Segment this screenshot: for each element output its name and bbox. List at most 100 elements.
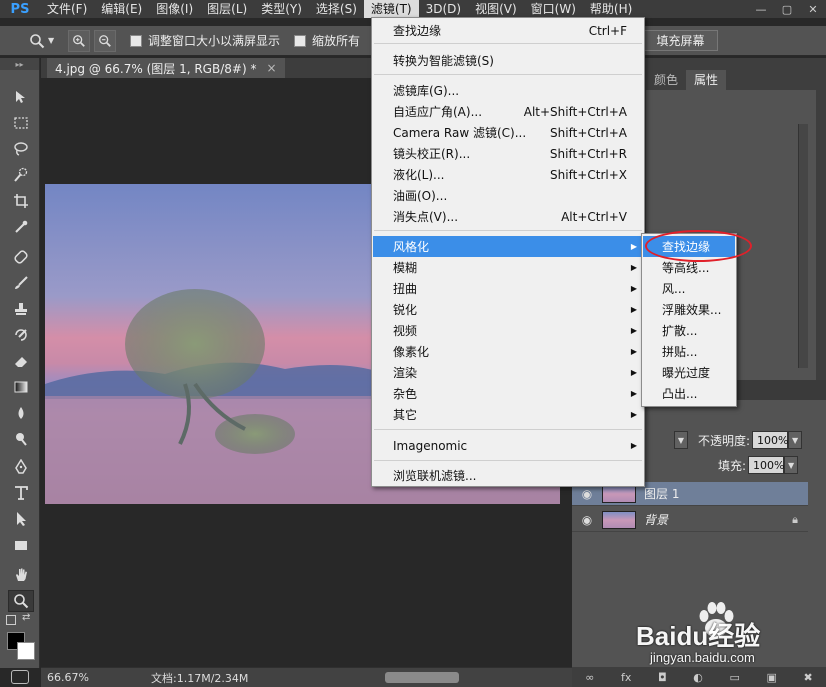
eyedropper-tool-icon[interactable] <box>8 216 34 238</box>
close-window-button[interactable]: ✕ <box>800 0 826 18</box>
pen-tool-icon[interactable] <box>8 456 34 478</box>
history-brush-tool-icon[interactable] <box>8 324 34 346</box>
blend-mode-chevron-icon[interactable]: ▼ <box>674 431 688 449</box>
filter-menu-item-smart-filter[interactable]: 转换为智能滤镜(S) <box>373 50 643 71</box>
healing-brush-tool-icon[interactable] <box>8 246 34 268</box>
zoom-all-checkbox[interactable] <box>294 34 307 47</box>
menu-type[interactable]: 类型(Y) <box>254 0 309 18</box>
resize-window-checkbox[interactable] <box>130 34 142 47</box>
zoom-tool-icon[interactable] <box>8 590 34 612</box>
menu-image[interactable]: 图像(I) <box>149 0 200 18</box>
submenu-arrow-icon: ▶ <box>630 242 637 251</box>
new-layer-icon[interactable]: ▣ <box>766 671 776 684</box>
quick-select-tool-icon[interactable] <box>8 164 34 186</box>
menu-select[interactable]: 选择(S) <box>309 0 364 18</box>
filter-menu-item-distort[interactable]: 扭曲 ▶ <box>373 278 643 299</box>
quick-mask-icon[interactable] <box>11 670 29 684</box>
crop-tool-icon[interactable] <box>8 190 34 212</box>
menu-filter[interactable]: 滤镜(T) <box>363 0 419 18</box>
stylize-diffuse[interactable]: 扩散... <box>643 320 735 341</box>
marquee-tool-icon[interactable] <box>8 112 34 134</box>
menu-window[interactable]: 窗口(W) <box>524 0 583 18</box>
path-selection-tool-icon[interactable] <box>8 508 34 530</box>
tab-color[interactable]: 颜色 <box>646 70 686 90</box>
swap-colors-icon[interactable]: ⇄ <box>22 612 30 623</box>
background-color-swatch[interactable] <box>17 642 35 660</box>
fill-dropdown-icon[interactable]: ▼ <box>784 456 799 474</box>
stylize-trace-contour[interactable]: 等高线... <box>643 257 735 278</box>
rectangle-tool-icon[interactable] <box>8 534 34 556</box>
filter-menu-item-other[interactable]: 其它 ▶ <box>373 404 643 425</box>
horizontal-scrollbar-thumb[interactable] <box>385 672 459 683</box>
layer-row-background[interactable]: ◉ 背景 🔒︎ <box>572 508 808 532</box>
filter-menu-item-browse-online[interactable]: 浏览联机滤镜... <box>373 465 643 486</box>
chevron-down-icon[interactable]: ▼ <box>48 36 58 45</box>
filter-menu-item-oil-paint[interactable]: 油画(O)... <box>373 185 643 206</box>
link-icon[interactable]: ∞ <box>585 671 594 684</box>
filter-menu-item-sharpen[interactable]: 锐化 ▶ <box>373 299 643 320</box>
clone-stamp-tool-icon[interactable] <box>8 298 34 320</box>
stylize-emboss[interactable]: 浮雕效果... <box>643 299 735 320</box>
folder-icon[interactable]: ▭ <box>729 671 739 684</box>
stylize-tiles[interactable]: 拼贴... <box>643 341 735 362</box>
menu-view[interactable]: 视图(V) <box>468 0 524 18</box>
properties-scrollbar[interactable] <box>798 124 808 368</box>
filter-menu-item-liquify[interactable]: 液化(L)... Shift+Ctrl+X <box>373 164 643 185</box>
panel-grip-icon[interactable]: ▸▸ <box>0 58 39 70</box>
opacity-input[interactable]: 100% <box>752 431 789 449</box>
close-icon[interactable]: × <box>266 61 276 75</box>
filter-menu-item-lens-correction[interactable]: 镜头校正(R)... Shift+Ctrl+R <box>373 143 643 164</box>
filter-menu-item-adaptive-wide-angle[interactable]: 自适应广角(A)... Alt+Shift+Ctrl+A <box>373 101 643 122</box>
move-tool-icon[interactable] <box>8 86 34 108</box>
filter-menu-item-gallery[interactable]: 滤镜库(G)... <box>373 80 643 101</box>
opacity-label: 不透明度: <box>698 433 751 448</box>
fill-screen-button[interactable]: 填充屏幕 <box>643 30 718 51</box>
fill-input[interactable]: 100% <box>748 456 785 474</box>
eye-icon[interactable]: ◉ <box>572 513 602 527</box>
filter-menu-item-video[interactable]: 视频 ▶ <box>373 320 643 341</box>
menu-file[interactable]: 文件(F) <box>40 0 94 18</box>
menu-help[interactable]: 帮助(H) <box>583 0 639 18</box>
stylize-wind[interactable]: 风... <box>643 278 735 299</box>
adjustment-icon[interactable]: ◐ <box>693 671 703 684</box>
gradient-tool-icon[interactable] <box>8 376 34 398</box>
eraser-tool-icon[interactable] <box>8 350 34 372</box>
blur-tool-icon[interactable] <box>8 402 34 424</box>
filter-menu-item-blur[interactable]: 模糊 ▶ <box>373 257 643 278</box>
trash-icon[interactable]: ✖ <box>803 671 812 684</box>
stylize-find-edges[interactable]: 查找边缘 <box>643 236 735 257</box>
stylize-extrude[interactable]: 凸出... <box>643 383 735 404</box>
submenu-arrow-icon: ▶ <box>630 441 637 450</box>
filter-menu-item-last-filter[interactable]: 查找边缘 Ctrl+F <box>373 20 643 41</box>
menu-3d[interactable]: 3D(D) <box>419 0 468 18</box>
dodge-tool-icon[interactable] <box>8 428 34 450</box>
filter-menu-item-camera-raw[interactable]: Camera Raw 滤镜(C)... Shift+Ctrl+A <box>373 122 643 143</box>
type-tool-icon[interactable] <box>8 482 34 504</box>
zoom-level[interactable]: 66.67% <box>41 671 91 684</box>
eye-icon[interactable]: ◉ <box>572 487 602 501</box>
zoom-out-button[interactable] <box>94 29 116 52</box>
filter-menu-item-imagenomic[interactable]: Imagenomic ▶ <box>373 435 643 456</box>
stylize-solarize[interactable]: 曝光过度 <box>643 362 735 383</box>
zoom-in-button[interactable] <box>68 29 90 52</box>
document-tab[interactable]: 4.jpg @ 66.7% (图层 1, RGB/8#) * × <box>47 58 285 78</box>
tab-properties[interactable]: 属性 <box>686 70 727 90</box>
filter-menu-item-stylize[interactable]: 风格化 ▶ <box>373 236 643 257</box>
hand-tool-icon[interactable] <box>8 564 34 586</box>
menu-item-shortcut: Shift+Ctrl+X <box>550 167 627 182</box>
filter-menu-item-render[interactable]: 渲染 ▶ <box>373 362 643 383</box>
filter-menu-item-vanishing-point[interactable]: 消失点(V)... Alt+Ctrl+V <box>373 206 643 227</box>
lasso-tool-icon[interactable] <box>8 138 34 160</box>
filter-menu-item-noise[interactable]: 杂色 ▶ <box>373 383 643 404</box>
menu-layer[interactable]: 图层(L) <box>200 0 254 18</box>
zoom-tool-preset-icon[interactable] <box>26 30 48 52</box>
menu-edit[interactable]: 编辑(E) <box>94 0 149 18</box>
fx-icon[interactable]: fx <box>621 671 631 684</box>
mask-icon[interactable]: ◘ <box>658 671 667 684</box>
opacity-dropdown-icon[interactable]: ▼ <box>788 431 803 449</box>
maximize-button[interactable]: ▢ <box>774 0 800 18</box>
default-colors-icon[interactable] <box>6 615 16 625</box>
filter-menu-item-pixelate[interactable]: 像素化 ▶ <box>373 341 643 362</box>
brush-tool-icon[interactable] <box>8 272 34 294</box>
minimize-button[interactable]: — <box>748 0 774 18</box>
